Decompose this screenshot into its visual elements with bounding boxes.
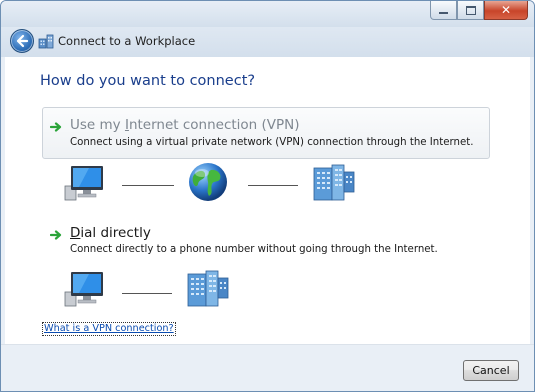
- cancel-button[interactable]: Cancel: [463, 360, 519, 381]
- back-arrow-icon: [16, 34, 29, 48]
- computer-icon: [64, 272, 103, 307]
- computer-icon: [64, 166, 103, 201]
- connection-line: [248, 185, 298, 186]
- title-bar: ✕: [1, 1, 534, 27]
- maximize-button[interactable]: [457, 1, 484, 20]
- option-vpn[interactable]: Use my Internet connection (VPN) Connect…: [42, 107, 490, 159]
- option-dial-description: Connect directly to a phone number witho…: [70, 244, 438, 255]
- connection-line: [122, 185, 174, 186]
- maximize-icon: [465, 5, 476, 15]
- vpn-help-link[interactable]: What is a VPN connection?: [42, 322, 176, 336]
- server-icon: [313, 164, 355, 201]
- option-vpn-title: Use my Internet connection (VPN): [70, 117, 300, 133]
- minimize-icon: [439, 12, 448, 14]
- wizard-content: How do you want to connect? Use my Inter…: [5, 57, 530, 344]
- back-button[interactable]: [10, 29, 34, 53]
- server-icon: [187, 270, 229, 307]
- connection-line: [122, 293, 172, 294]
- window-controls: ✕: [430, 1, 528, 20]
- minimize-button[interactable]: [430, 1, 457, 20]
- option-vpn-description: Connect using a virtual private network …: [70, 137, 474, 148]
- green-arrow-icon: [50, 122, 62, 132]
- globe-icon: [189, 163, 227, 201]
- wizard-title: Connect to a Workplace: [58, 34, 196, 48]
- page-heading: How do you want to connect?: [40, 73, 256, 89]
- green-arrow-icon: [50, 230, 62, 240]
- option-dial-title: Dial directly: [70, 225, 151, 241]
- network-wizard-icon: [38, 34, 54, 49]
- close-button[interactable]: ✕: [484, 1, 528, 20]
- wizard-nav-bar: Connect to a Workplace: [1, 27, 534, 57]
- wizard-footer: Cancel: [1, 344, 534, 391]
- close-icon: ✕: [500, 3, 512, 17]
- connect-to-workplace-window: ✕ Connect to a Workplace How do you want…: [0, 0, 535, 392]
